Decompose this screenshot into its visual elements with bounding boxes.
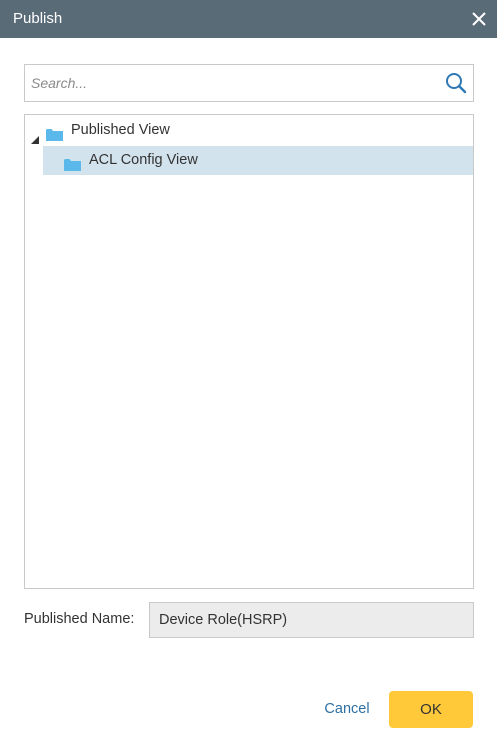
- published-name-field: Device Role(HSRP): [149, 602, 474, 638]
- folder-icon: [64, 154, 81, 171]
- tree-node-published-view[interactable]: Published View: [25, 116, 473, 145]
- folder-tree: Published View ACL Config View: [24, 114, 474, 589]
- close-icon[interactable]: [467, 7, 491, 31]
- triangle-expanded-icon[interactable]: [31, 126, 39, 144]
- tree-node-label: Published View: [71, 122, 170, 138]
- ok-button[interactable]: OK: [389, 691, 473, 728]
- tree-node-acl-config-view[interactable]: ACL Config View: [43, 146, 473, 175]
- dialog-titlebar: Publish: [0, 0, 497, 38]
- cancel-button[interactable]: Cancel: [316, 691, 378, 727]
- published-name-value: Device Role(HSRP): [159, 612, 288, 628]
- published-name-label: Published Name:: [24, 611, 135, 627]
- search-icon[interactable]: [445, 72, 467, 94]
- search-box: [24, 64, 474, 102]
- tree-node-label: ACL Config View: [89, 152, 198, 168]
- dialog-title: Publish: [13, 10, 63, 27]
- folder-icon: [46, 124, 63, 141]
- search-input[interactable]: [31, 65, 431, 101]
